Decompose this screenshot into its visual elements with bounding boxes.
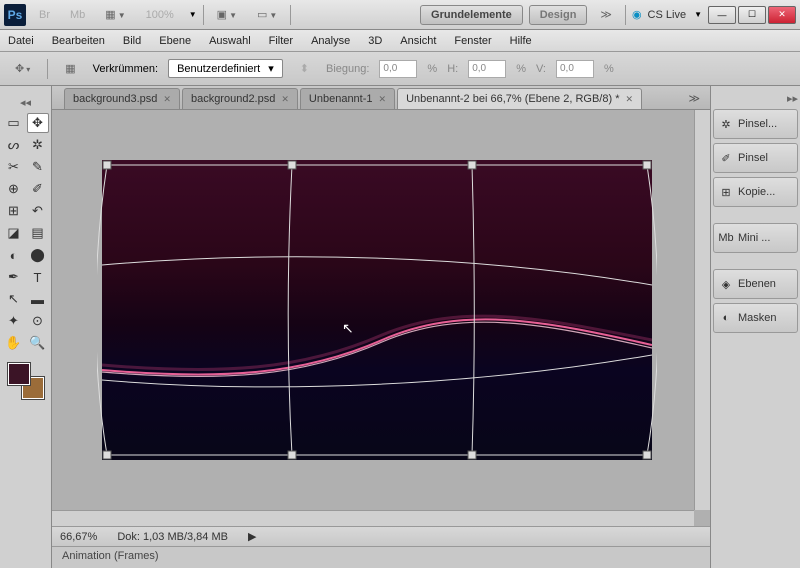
toolbox-collapse[interactable]: ◂◂ [20, 96, 31, 109]
cslive-button[interactable]: CS Live [648, 9, 687, 21]
brush-tool[interactable]: ✐ [27, 179, 49, 199]
options-bar: ✥▾ ▦ Verkrümmen: Benutzerdefiniert▾ ⬍ Bi… [0, 52, 800, 86]
close-icon[interactable]: ✕ [163, 94, 171, 105]
status-zoom[interactable]: 66,67% [60, 531, 97, 543]
warp-dropdown[interactable]: Benutzerdefiniert▾ [168, 59, 283, 78]
move-tool[interactable]: ✥ [27, 113, 49, 133]
panel-clone[interactable]: ⊞Kopie... [713, 177, 798, 207]
path-tool[interactable]: ↖ [3, 289, 25, 309]
menu-window[interactable]: Fenster [454, 35, 491, 47]
blur-tool[interactable]: ◐ [3, 245, 25, 265]
h-input[interactable] [468, 60, 506, 78]
3d-tool[interactable]: ✦ [3, 311, 25, 331]
zoom-tool[interactable]: 🔍 [27, 333, 49, 353]
menu-3d[interactable]: 3D [368, 35, 382, 47]
close-button[interactable]: ✕ [768, 6, 796, 24]
arrange-button[interactable]: ▣▼ [210, 5, 244, 24]
cursor-icon: ↖ [342, 320, 354, 337]
dodge-tool[interactable]: ⬤ [27, 245, 49, 265]
screenmode-button[interactable]: ▭▼ [250, 5, 284, 24]
minimize-button[interactable]: — [708, 6, 736, 24]
camera-tool[interactable]: ⊙ [27, 311, 49, 331]
workspace-design[interactable]: Design [529, 5, 588, 25]
menu-image[interactable]: Bild [123, 35, 141, 47]
scrollbar-vertical[interactable] [694, 110, 710, 510]
panel-brush[interactable]: ✐Pinsel [713, 143, 798, 173]
masks-icon: ◐ [718, 310, 734, 326]
panel-brushes[interactable]: ✲Pinsel... [713, 109, 798, 139]
tool-preset-icon[interactable]: ✥▾ [8, 59, 37, 78]
eraser-tool[interactable]: ◪ [3, 223, 25, 243]
menu-analyse[interactable]: Analyse [311, 35, 350, 47]
zoom-level[interactable]: 100% [139, 6, 181, 24]
brush-icon: ✲ [718, 116, 734, 132]
clone-icon: ⊞ [718, 184, 734, 200]
h-label: H: [447, 63, 458, 75]
bend-label: Biegung: [326, 63, 369, 75]
right-dock: ▸▸ ✲Pinsel... ✐Pinsel ⊞Kopie... MbMini .… [710, 86, 800, 568]
type-tool[interactable]: T [27, 267, 49, 287]
panel-masks[interactable]: ◐Masken [713, 303, 798, 333]
statusbar: 66,67% Dok: 1,03 MB/3,84 MB ▶ [52, 526, 710, 546]
menubar: Datei Bearbeiten Bild Ebene Auswahl Filt… [0, 30, 800, 52]
dock-collapse[interactable]: ▸▸ [713, 92, 798, 105]
menu-layer[interactable]: Ebene [159, 35, 191, 47]
v-input[interactable] [556, 60, 594, 78]
gradient-tool[interactable]: ▤ [27, 223, 49, 243]
hand-tool[interactable]: ✋ [3, 333, 25, 353]
lasso-tool[interactable]: ᔕ [3, 135, 25, 155]
foreground-swatch[interactable] [8, 363, 30, 385]
bend-input[interactable] [379, 60, 417, 78]
close-icon[interactable]: ✕ [625, 94, 633, 105]
pen-tool[interactable]: ✒ [3, 267, 25, 287]
tab-1[interactable]: background2.psd✕ [182, 88, 298, 109]
v-label: V: [536, 63, 546, 75]
layers-icon: ◈ [718, 276, 734, 292]
eyedropper-tool[interactable]: ✎ [27, 157, 49, 177]
scrollbar-horizontal[interactable] [52, 510, 694, 526]
status-arrow-icon[interactable]: ▶ [248, 530, 256, 543]
mb-icon: Mb [718, 230, 734, 246]
titlebar: Ps Br Mb ▦▼ 100%▼ ▣▼ ▭▼ Grundelemente De… [0, 0, 800, 30]
workspace-more[interactable]: ≫ [593, 5, 619, 24]
menu-select[interactable]: Auswahl [209, 35, 251, 47]
close-icon[interactable]: ✕ [379, 94, 387, 105]
toolbox: ◂◂ ▭ ✥ ᔕ ✲ ✂ ✎ ⊕ ✐ ⊞ ↶ ◪ ▤ ◐ ⬤ ✒ T ↖ ▬ ✦… [0, 86, 52, 568]
marquee-tool[interactable]: ▭ [3, 113, 25, 133]
view-extras-button[interactable]: ▦▼ [98, 5, 132, 24]
crop-tool[interactable]: ✂ [3, 157, 25, 177]
maximize-button[interactable]: ☐ [738, 6, 766, 24]
minibridge-button[interactable]: Mb [63, 6, 92, 24]
shape-tool[interactable]: ▬ [27, 289, 49, 309]
brush-icon: ✐ [718, 150, 734, 166]
document-tabbar: background3.psd✕ background2.psd✕ Unbena… [52, 86, 710, 110]
history-tool[interactable]: ↶ [27, 201, 49, 221]
menu-edit[interactable]: Bearbeiten [52, 35, 105, 47]
menu-help[interactable]: Hilfe [510, 35, 532, 47]
tab-0[interactable]: background3.psd✕ [64, 88, 180, 109]
menu-filter[interactable]: Filter [269, 35, 293, 47]
canvas-image [102, 160, 652, 460]
warp-label: Verkrümmen: [93, 63, 158, 75]
bridge-button[interactable]: Br [32, 6, 57, 24]
app-logo: Ps [4, 4, 26, 26]
tab-3[interactable]: Unbenannt-2 bei 66,7% (Ebene 2, RGB/8) *… [397, 88, 642, 109]
panel-minibridge[interactable]: MbMini ... [713, 223, 798, 253]
canvas-area[interactable]: ↖ [52, 110, 710, 526]
quickselect-tool[interactable]: ✲ [27, 135, 49, 155]
stamp-tool[interactable]: ⊞ [3, 201, 25, 221]
workspace-essentials[interactable]: Grundelemente [420, 5, 523, 25]
panel-layers[interactable]: ◈Ebenen [713, 269, 798, 299]
animation-panel-tab[interactable]: Animation (Frames) [52, 546, 710, 568]
warpgrid-icon[interactable]: ▦ [58, 59, 82, 78]
menu-view[interactable]: Ansicht [400, 35, 436, 47]
tab-2[interactable]: Unbenannt-1✕ [300, 88, 395, 109]
tab-overflow[interactable]: ≫ [678, 88, 710, 109]
menu-file[interactable]: Datei [8, 35, 34, 47]
close-icon[interactable]: ✕ [281, 94, 289, 105]
warp-orient-icon[interactable]: ⬍ [293, 59, 316, 78]
color-swatches[interactable] [8, 363, 44, 399]
status-doc[interactable]: Dok: 1,03 MB/3,84 MB [117, 531, 228, 543]
healing-tool[interactable]: ⊕ [3, 179, 25, 199]
